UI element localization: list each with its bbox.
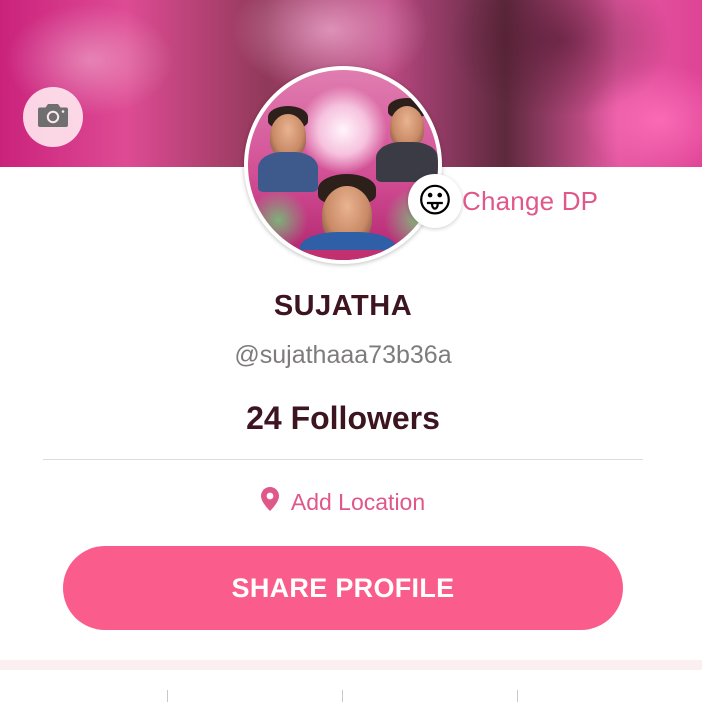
cover-camera-button[interactable]	[23, 87, 83, 147]
avatar-image	[248, 70, 438, 260]
tab-separator	[517, 690, 518, 702]
add-location-label: Add Location	[290, 488, 426, 515]
tab-separator	[167, 690, 168, 702]
tab-separator	[342, 690, 343, 702]
tab-bar	[0, 670, 702, 702]
divider	[43, 459, 643, 460]
camera-icon	[37, 102, 69, 133]
change-dp-label: Change DP	[462, 185, 599, 216]
change-dp-button[interactable]: 😛 Change DP	[408, 174, 598, 228]
location-pin-icon	[260, 487, 291, 517]
followers-count[interactable]: 24 Followers	[0, 400, 686, 437]
profile-handle: @sujathaaa73b36a	[234, 341, 452, 369]
tongue-emoji-icon: 😛	[408, 174, 462, 228]
profile-name: SUJATHA	[273, 290, 413, 322]
section-divider	[0, 660, 702, 670]
add-location-button[interactable]: Add Location	[0, 487, 686, 517]
share-profile-button[interactable]: SHARE PROFILE	[63, 546, 623, 630]
profile-avatar[interactable]	[244, 66, 442, 264]
